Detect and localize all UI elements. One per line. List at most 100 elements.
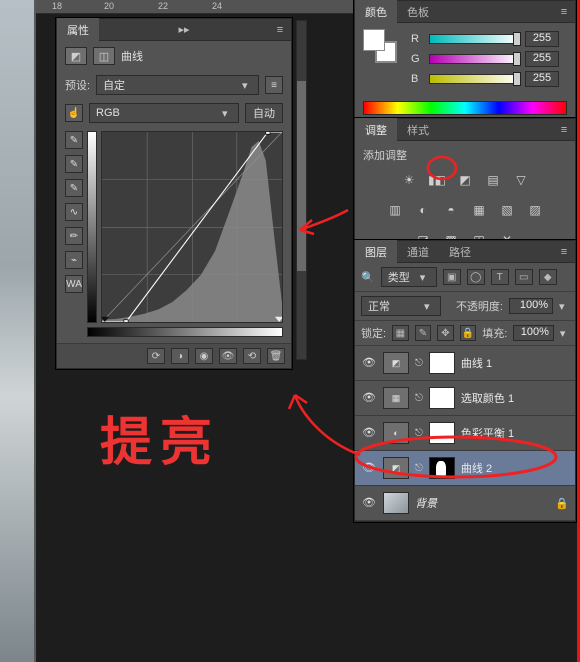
panel-collapse-icon[interactable]: ▸▸	[173, 23, 195, 36]
scrollbar[interactable]	[296, 20, 307, 360]
layer-row[interactable]: 👁 ▦ ⎋ 选取颜色 1	[355, 381, 575, 416]
adj-photo-icon[interactable]: ▦	[468, 201, 490, 219]
adj-colorbal-icon[interactable]: ◐	[412, 201, 434, 219]
search-icon[interactable]: 🔍	[361, 271, 375, 284]
r-value[interactable]: 255	[525, 31, 559, 47]
layer-row[interactable]: 👁 ◩ ⎋ 曲线 1	[355, 346, 575, 381]
b-slider[interactable]	[429, 74, 519, 84]
lock-all-icon[interactable]: 🔒	[460, 325, 477, 341]
layer-row[interactable]: 👁 背景 🔒	[355, 486, 575, 521]
visibility-toggle-icon[interactable]: 👁	[361, 356, 377, 370]
canvas-area[interactable]	[0, 0, 36, 662]
b-value[interactable]: 255	[525, 71, 559, 87]
eyedropper-white-icon[interactable]: ✎	[65, 179, 83, 197]
adj-levels-icon[interactable]: ▮◧	[426, 171, 448, 189]
mask-thumb[interactable]	[429, 387, 455, 409]
channel-select[interactable]: RGB ▾	[89, 103, 239, 123]
preset-label: 预设:	[65, 77, 90, 93]
adjustment-thumb-icon: ◩	[383, 352, 409, 374]
chevron-down-icon[interactable]: ▾	[559, 300, 569, 313]
trash-icon[interactable]: 🗑	[267, 348, 285, 364]
adj-lookup-icon[interactable]: ▨	[524, 201, 546, 219]
tab-layers[interactable]: 图层	[355, 240, 397, 264]
mask-thumb[interactable]	[429, 457, 455, 479]
toggle-visibility-icon[interactable]: 👁	[219, 348, 237, 364]
fill-field[interactable]: 100%	[513, 325, 554, 341]
adj-chmix-icon[interactable]: ▧	[496, 201, 518, 219]
adj-curves-icon[interactable]: ◩	[454, 171, 476, 189]
layer-name[interactable]: 曲线 2	[461, 460, 492, 476]
curves-graph[interactable]	[101, 131, 283, 323]
adj-hue-icon[interactable]: ▥	[384, 201, 406, 219]
output-gradient	[87, 131, 97, 323]
clip-to-layer-icon[interactable]: ⟳	[147, 348, 165, 364]
options-icon[interactable]: WA	[65, 275, 83, 293]
revert-icon[interactable]: ⟲	[243, 348, 261, 364]
foreground-background-swatch[interactable]	[363, 29, 397, 63]
adj-brightness-icon[interactable]: ☀	[398, 171, 420, 189]
layer-row[interactable]: 👁 ◐ ⎋ 色彩平衡 1	[355, 416, 575, 451]
spectrum-ramp[interactable]	[363, 101, 567, 115]
ruler-tick: 20	[104, 1, 114, 11]
tab-color[interactable]: 颜色	[355, 0, 397, 24]
preset-select[interactable]: 自定 ▾	[96, 75, 259, 95]
layer-name[interactable]: 背景	[415, 495, 437, 511]
lock-trans-icon[interactable]: ▦	[392, 325, 409, 341]
mask-thumb[interactable]	[429, 352, 455, 374]
filter-kind-select[interactable]: 类型▾	[381, 267, 437, 287]
properties-panel: 属性 ▸▸ ≡ ◩ ◫ 曲线 预设: 自定 ▾ ≡ ☝ RGB ▾ 自动 ✎ ✎…	[56, 18, 292, 369]
layer-row-selected[interactable]: 👁 ◩ ⎋ 曲线 2	[355, 451, 575, 486]
r-slider[interactable]	[429, 34, 519, 44]
visibility-toggle-icon[interactable]: 👁	[361, 461, 377, 475]
eyedropper-gray-icon[interactable]: ✎	[65, 155, 83, 173]
lock-pixel-icon[interactable]: ✎	[415, 325, 432, 341]
filter-type-icon[interactable]: T	[491, 269, 509, 285]
mask-icon: ◫	[93, 47, 115, 65]
visibility-toggle-icon[interactable]: 👁	[361, 496, 377, 510]
panel-menu-icon[interactable]: ≡	[269, 24, 291, 36]
mask-thumb[interactable]	[429, 422, 455, 444]
smooth-icon[interactable]: ⌁	[65, 251, 83, 269]
adjustments-heading: 添加调整	[363, 147, 567, 163]
eyedropper-black-icon[interactable]: ✎	[65, 131, 83, 149]
adjustment-title: 曲线	[121, 48, 143, 64]
chevron-down-icon[interactable]: ▾	[560, 327, 569, 340]
tab-adjustments[interactable]: 调整	[355, 118, 397, 142]
layer-name[interactable]: 选取颜色 1	[461, 390, 514, 406]
image-thumb	[383, 492, 409, 514]
g-slider[interactable]	[429, 54, 519, 64]
adj-bw-icon[interactable]: ◓	[440, 201, 462, 219]
g-label: G	[411, 53, 423, 65]
layer-name[interactable]: 色彩平衡 1	[461, 425, 514, 441]
visibility-toggle-icon[interactable]: 👁	[361, 391, 377, 405]
fill-label: 填充:	[482, 325, 507, 341]
tab-styles[interactable]: 样式	[397, 118, 439, 142]
tab-properties[interactable]: 属性	[57, 18, 99, 42]
tab-paths[interactable]: 路径	[439, 240, 481, 264]
lock-pos-icon[interactable]: ✥	[437, 325, 454, 341]
blendmode-select[interactable]: 正常▾	[361, 296, 441, 316]
visibility-toggle-icon[interactable]: 👁	[361, 426, 377, 440]
filter-shape-icon[interactable]: ▭	[515, 269, 533, 285]
preset-value: 自定	[103, 77, 125, 93]
filter-adj-icon[interactable]: ◯	[467, 269, 485, 285]
tab-swatches[interactable]: 色板	[397, 0, 439, 24]
preset-menu-icon[interactable]: ≡	[265, 76, 283, 94]
filter-pixel-icon[interactable]: ▣	[443, 269, 461, 285]
reset-icon[interactable]: ◉	[195, 348, 213, 364]
tab-channels[interactable]: 通道	[397, 240, 439, 264]
view-previous-icon[interactable]: ◑	[171, 348, 189, 364]
layer-name[interactable]: 曲线 1	[461, 355, 492, 371]
auto-button[interactable]: 自动	[245, 103, 283, 123]
target-adjust-icon[interactable]: ☝	[65, 104, 83, 122]
panel-menu-icon[interactable]: ≡	[553, 124, 575, 136]
panel-menu-icon[interactable]: ≡	[553, 6, 575, 18]
adj-vibrance-icon[interactable]: ▽	[510, 171, 532, 189]
edit-points-icon[interactable]: ∿	[65, 203, 83, 221]
panel-menu-icon[interactable]: ≡	[553, 246, 575, 258]
g-value[interactable]: 255	[525, 51, 559, 67]
draw-curve-icon[interactable]: ✏	[65, 227, 83, 245]
filter-smart-icon[interactable]: ◆	[539, 269, 557, 285]
adj-exposure-icon[interactable]: ▤	[482, 171, 504, 189]
opacity-field[interactable]: 100%	[509, 298, 553, 314]
